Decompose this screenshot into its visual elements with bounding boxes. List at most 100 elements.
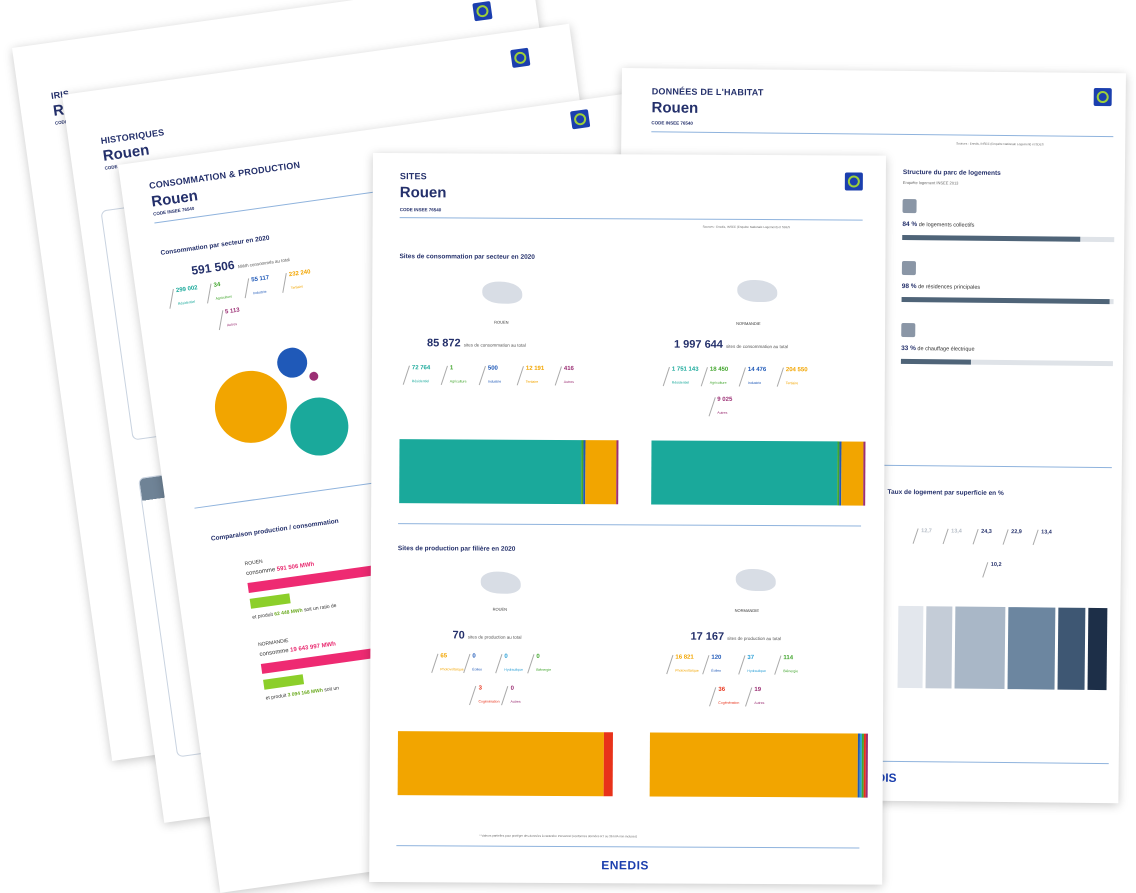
figure-label: Industrie: [748, 381, 761, 385]
left-prod-total: 70 sites de production au total: [452, 629, 521, 641]
figure-label: Autres: [564, 380, 574, 384]
cons-bar-segment: [841, 441, 863, 505]
figure-label: Industrie: [253, 290, 267, 296]
right-cons-total-value: 1 997 644: [674, 339, 723, 351]
figure-slash: [218, 310, 222, 330]
figure-slash: [745, 687, 752, 706]
surface-slash: [982, 562, 988, 577]
figure-slash: [517, 366, 524, 385]
habitat-stats: 84 % de logements collectifs98 % de rési…: [622, 68, 1126, 73]
figure-value: 0: [511, 686, 514, 692]
figure-slash: [463, 654, 470, 673]
stat-label: de résidences principales: [918, 284, 980, 291]
left-prod-total-value: 70: [452, 629, 464, 641]
bubble-tertiaire: [210, 366, 291, 447]
sheet-code: CODE INSEE 76540: [651, 120, 693, 125]
left-cons-total-value: 85 872: [427, 337, 461, 349]
figure-slash: [282, 273, 286, 293]
conso-total-suffix: MWh consommés au total: [238, 257, 290, 269]
stat-value: 33 %: [901, 345, 916, 352]
rouen-consumes-label: consomme: [246, 567, 276, 577]
figure-label: Éolien: [472, 668, 482, 672]
surface-labels: 12,713,424,322,913,410,2: [622, 68, 1126, 73]
structure-title: Structure du parc de logements: [903, 169, 1001, 177]
prod-bar-segment: [650, 732, 858, 797]
rouen-prod-value: 62 448 MWh: [274, 608, 303, 618]
sector-title: Consommation par secteur en 2020: [160, 235, 270, 257]
sheet-kicker: CONSOMMATION & PRODUCTION: [149, 160, 301, 191]
figure-label: Hydraulique: [747, 669, 766, 673]
prod-title: Sites de production par filière en 2020: [398, 545, 515, 553]
figure-value: 0: [536, 654, 539, 660]
bubble-autres: [309, 371, 319, 381]
figure-label: Photovoltaïque: [675, 669, 698, 673]
figure-value: 19: [754, 687, 761, 693]
normandie-prod-suffix: soit un: [324, 685, 339, 693]
figure-slash: [245, 278, 249, 298]
figure-slash: [708, 397, 715, 416]
figure-slash: [207, 284, 211, 304]
figure-slash: [479, 366, 486, 385]
figure-label: Tertiaire: [291, 284, 304, 290]
figure-value: 65: [440, 653, 447, 659]
structure-subtitle: Enquête logement INSEE 2013: [903, 180, 959, 186]
figure-label: Résidentiel: [412, 379, 429, 383]
figure-label: Photovoltaïque: [440, 667, 463, 671]
enedis-logo-icon: [845, 172, 863, 190]
stat-line: 98 % de résidences principales: [902, 283, 981, 291]
surface-title: Taux de logement par superficie en %: [888, 489, 1004, 497]
sites-sheet: SITES Rouen CODE INSEE 76540 Sources : E…: [369, 153, 886, 885]
figure-slash: [739, 367, 746, 386]
figure-label: Résidentiel: [672, 381, 689, 385]
figure-slash: [666, 655, 673, 674]
figure-slash: [738, 655, 745, 674]
right-map-label: NORMANDIE: [736, 321, 760, 326]
cons-bar-segment: [585, 440, 616, 504]
surface-bars: [622, 68, 1126, 73]
right-map-prod-label: NORMANDIE: [735, 608, 759, 613]
normandie-prod-value: 3 094 168 MWh: [287, 688, 323, 699]
left-map-prod-label: ROUEN: [493, 607, 507, 612]
surface-slash: [913, 528, 919, 543]
surface-bar-segment: [1058, 608, 1085, 690]
rouen-conso-value: 591 506 MWh: [276, 562, 314, 573]
enedis-logo-icon: [1094, 88, 1112, 106]
figure-value: 416: [564, 366, 574, 372]
figure-value: 14 476: [748, 367, 766, 373]
surface-bar-segment: [1008, 607, 1056, 689]
figure-label: Industrie: [488, 380, 501, 384]
figure-value: 120: [711, 655, 721, 661]
rouen-prod-suffix: soit un ratio de: [304, 603, 337, 614]
left-map-label: ROUEN: [494, 320, 508, 325]
left-cons-total: 85 872 sites de consommation au total: [427, 337, 526, 350]
surface-value: 13,4: [951, 528, 962, 534]
figure-slash: [469, 686, 476, 705]
right-prod-total-value: 17 167: [690, 631, 724, 643]
figure-label: Agriculture: [710, 381, 727, 385]
figure-slash: [495, 654, 502, 673]
figure-value: 3: [479, 686, 482, 692]
figure-slash: [403, 366, 410, 385]
stat-line: 33 % de chauffage électrique: [901, 345, 975, 353]
figure-slash: [702, 655, 709, 674]
right-prod-total: 17 167 sites de production au total: [690, 631, 781, 643]
figure-slash: [501, 686, 508, 705]
figure-slash: [709, 687, 716, 706]
stat-value: 98 %: [902, 283, 917, 290]
figure-label: Autres: [227, 322, 238, 327]
stat-line: 84 % de logements collectifs: [902, 221, 974, 229]
figure-label: Tertiaire: [786, 381, 798, 385]
figure-slash: [169, 289, 173, 309]
figure-value: 1: [450, 365, 453, 371]
bubble-residentiel: [287, 394, 353, 460]
figure-value: 204 550: [786, 367, 808, 373]
cons-bar-segment: [651, 440, 837, 505]
normandie-conso-value: 19 643 997 MWh: [290, 641, 336, 653]
right-prod-total-suffix: sites de production au total: [727, 636, 781, 641]
sites-footer-logo: ENEDIS: [601, 858, 649, 872]
building-icon: [902, 199, 916, 213]
surface-bar-segment: [1087, 608, 1107, 690]
figure-value: 0: [504, 654, 507, 660]
rouen-prod-bar: [250, 593, 291, 608]
figure-label: Hydraulique: [504, 668, 523, 672]
